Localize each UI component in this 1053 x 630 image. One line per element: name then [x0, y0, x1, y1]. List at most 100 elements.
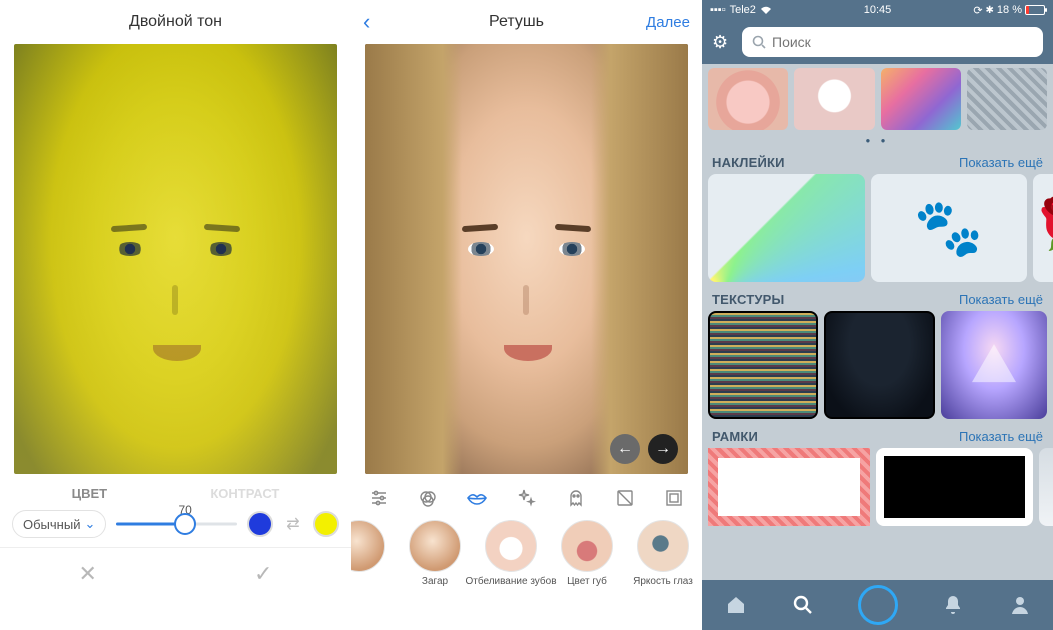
intensity-slider[interactable]: 70 — [116, 509, 237, 539]
texture-card-dark[interactable] — [824, 311, 934, 419]
preset-scroll[interactable]: Загар Отбеливание зубов Цвет губ Яркость… — [351, 516, 702, 597]
color-swatch-shadow[interactable] — [247, 511, 273, 537]
tab-color[interactable]: ЦВЕТ — [72, 486, 108, 501]
featured-item[interactable] — [881, 68, 961, 130]
slider-thumb[interactable] — [174, 513, 196, 535]
filter-icon[interactable] — [416, 486, 440, 510]
library-screen: ▪▪▪▫ Tele2 10:45 ⟳ ✱ 18 % ⚙ — [702, 0, 1053, 630]
tab-profile[interactable] — [1008, 593, 1032, 617]
sticker-card-rainbow[interactable] — [708, 174, 865, 282]
preset-label: Отбеливание зубов — [465, 576, 556, 587]
gear-icon: ⚙ — [712, 32, 728, 52]
retouch-screen: ‹ Ретушь Далее ← → — [351, 0, 702, 630]
settings-button[interactable]: ⚙ — [712, 32, 732, 53]
frame-card-polaroid[interactable] — [876, 448, 1034, 526]
preset-item[interactable] — [351, 520, 391, 587]
battery-pct-label: 18 % — [997, 4, 1022, 16]
tool-category-row — [351, 478, 702, 516]
featured-item[interactable] — [794, 68, 874, 130]
texture-card-glitch[interactable] — [708, 311, 818, 419]
carrier-label: Tele2 — [730, 4, 756, 16]
close-icon: ✕ — [79, 561, 97, 587]
chevron-down-icon: ⌄ — [84, 516, 95, 532]
wifi-icon — [760, 5, 772, 15]
tab-search[interactable] — [791, 593, 815, 617]
preset-thumb — [637, 520, 689, 572]
clock-label: 10:45 — [864, 4, 892, 16]
blend-mode-select[interactable]: Обычный ⌄ — [12, 510, 106, 538]
vignette-icon[interactable] — [613, 486, 637, 510]
sticker-card-paw[interactable]: 🐾 — [871, 174, 1028, 282]
preview-image[interactable]: ← → — [365, 44, 688, 474]
frame-card-pink[interactable] — [708, 448, 870, 526]
featured-row[interactable] — [702, 64, 1053, 134]
frames-row[interactable] — [702, 448, 1053, 530]
swap-colors-icon[interactable]: ⇄ — [283, 514, 303, 534]
redo-button[interactable]: → — [648, 434, 678, 464]
ghost-icon[interactable] — [564, 486, 588, 510]
page-dots: ● ● — [702, 134, 1053, 149]
preset-item-tan[interactable]: Загар — [403, 520, 467, 587]
show-more-stickers[interactable]: Показать ещё — [959, 155, 1043, 170]
search-bar: ⚙ — [702, 20, 1053, 64]
back-button[interactable]: ‹ — [363, 9, 393, 35]
screen-title: Двойной тон — [0, 0, 351, 44]
frame-card-plain[interactable] — [1039, 448, 1053, 526]
sticker-card-rose[interactable]: 🌹 — [1033, 174, 1053, 282]
preset-label: Яркость глаз — [633, 576, 693, 587]
section-title-stickers: НАКЛЕЙКИ — [712, 155, 785, 170]
arrow-right-icon: → — [655, 440, 671, 458]
arrow-left-icon: ← — [617, 440, 633, 458]
user-icon — [1010, 594, 1030, 616]
stickers-row[interactable]: 🐾 🌹 — [702, 174, 1053, 286]
search-input[interactable] — [772, 34, 1033, 50]
preset-item-lips[interactable]: Цвет губ — [555, 520, 619, 587]
duotone-tabs: ЦВЕТ КОНТРАСТ — [0, 478, 351, 505]
undo-button[interactable]: ← — [610, 434, 640, 464]
color-swatch-highlight[interactable] — [313, 511, 339, 537]
preset-thumb — [561, 520, 613, 572]
next-button[interactable]: Далее — [640, 14, 690, 31]
preset-thumb — [485, 520, 537, 572]
tab-home[interactable] — [724, 593, 748, 617]
show-more-frames[interactable]: Показать ещё — [959, 429, 1043, 444]
signal-icon: ▪▪▪▫ — [710, 4, 726, 16]
cancel-button[interactable]: ✕ — [0, 548, 176, 599]
rose-icon: 🌹 — [1033, 195, 1053, 261]
section-title-textures: ТЕКСТУРЫ — [712, 292, 784, 307]
adjust-icon[interactable] — [367, 486, 391, 510]
status-bar: ▪▪▪▫ Tele2 10:45 ⟳ ✱ 18 % — [702, 0, 1053, 20]
preview-image[interactable] — [14, 44, 337, 474]
chevron-left-icon: ‹ — [363, 9, 370, 34]
battery-icon — [1025, 5, 1045, 15]
duotone-screen: Двойной тон ЦВЕТ КОНТРАСТ Обычный ⌄ 70 ⇄… — [0, 0, 351, 630]
home-icon — [725, 594, 747, 616]
bluetooth-icon: ✱ — [986, 5, 994, 16]
featured-item[interactable] — [708, 68, 788, 130]
texture-card-prism[interactable] — [941, 311, 1047, 419]
section-title-frames: РАМКИ — [712, 429, 758, 444]
bottom-tabbar — [702, 580, 1053, 630]
search-icon — [792, 594, 814, 616]
blend-mode-label: Обычный — [23, 517, 80, 532]
tab-create[interactable] — [858, 585, 898, 625]
frame-icon[interactable] — [662, 486, 686, 510]
check-icon: ✓ — [254, 561, 272, 587]
tab-contrast[interactable]: КОНТРАСТ — [210, 486, 279, 501]
textures-row[interactable] — [702, 311, 1053, 423]
preset-item-eyes[interactable]: Яркость глаз — [631, 520, 695, 587]
sparkle-icon[interactable] — [514, 486, 538, 510]
featured-item[interactable] — [967, 68, 1047, 130]
paw-icon: 🐾 — [914, 195, 984, 261]
apply-button[interactable]: ✓ — [176, 548, 352, 599]
preset-label: Загар — [422, 576, 448, 587]
preset-item-teeth[interactable]: Отбеливание зубов — [479, 520, 543, 587]
lips-icon[interactable] — [465, 486, 489, 510]
search-input-wrapper[interactable] — [742, 27, 1043, 57]
show-more-textures[interactable]: Показать ещё — [959, 292, 1043, 307]
tab-notifications[interactable] — [941, 593, 965, 617]
screen-title: Ретушь — [489, 13, 544, 31]
preset-thumb — [351, 520, 385, 572]
preset-label: Цвет губ — [567, 576, 607, 587]
bell-icon — [943, 594, 963, 616]
